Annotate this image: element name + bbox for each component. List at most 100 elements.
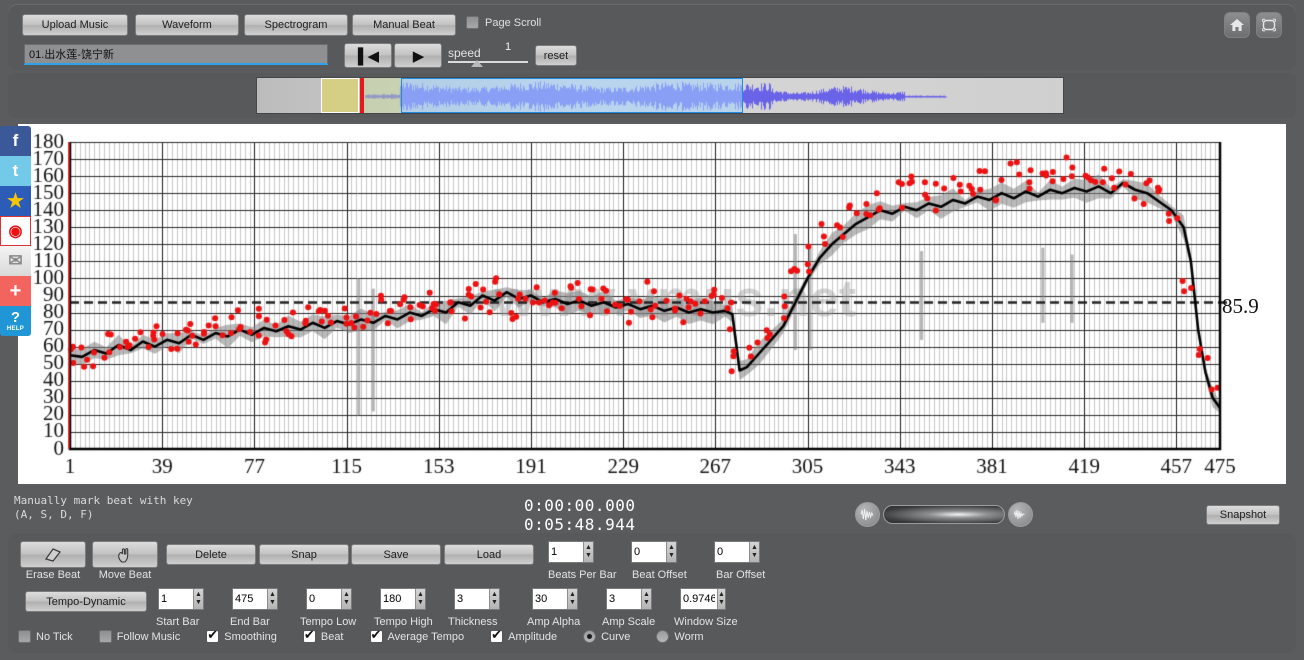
facebook-icon[interactable]: f xyxy=(0,126,31,156)
beat-offset-increment-icon[interactable]: ▲ xyxy=(668,544,675,552)
tempo-low-input[interactable] xyxy=(307,589,341,609)
curve-radio[interactable] xyxy=(583,630,596,643)
bar-offset-stepper-arrows[interactable]: ▲▼ xyxy=(749,542,759,562)
beat-offset-stepper-arrows[interactable]: ▲▼ xyxy=(666,542,676,562)
thickness-input[interactable] xyxy=(455,589,489,609)
thickness-stepper-arrows[interactable]: ▲▼ xyxy=(489,589,499,609)
help-icon[interactable]: ? HELP xyxy=(0,306,31,336)
beat-checkbox[interactable] xyxy=(303,630,316,643)
thickness-decrement-icon[interactable]: ▼ xyxy=(491,599,498,607)
waveform-button[interactable]: Waveform xyxy=(135,14,239,36)
option-worm[interactable]: Worm xyxy=(656,630,703,643)
beats-per-bar-stepper-arrows[interactable]: ▲▼ xyxy=(583,542,593,562)
tempo-high-increment-icon[interactable]: ▲ xyxy=(417,591,424,599)
start-bar-spinner[interactable]: ▲▼ xyxy=(158,588,204,610)
volume-high-icon[interactable] xyxy=(1008,502,1033,527)
option-follow-music[interactable]: Follow Music xyxy=(99,630,181,643)
snapshot-button[interactable]: Snapshot xyxy=(1206,505,1280,525)
option-average-tempo[interactable]: Average Tempo xyxy=(370,630,465,643)
beat-offset-decrement-icon[interactable]: ▼ xyxy=(668,552,675,560)
start-bar-stepper-arrows[interactable]: ▲▼ xyxy=(193,589,203,609)
save-button[interactable]: Save xyxy=(351,544,441,565)
tempo-low-stepper-arrows[interactable]: ▲▼ xyxy=(341,589,351,609)
bar-offset-increment-icon[interactable]: ▲ xyxy=(751,544,758,552)
speed-slider-knob[interactable] xyxy=(471,60,483,67)
tempo-low-decrement-icon[interactable]: ▼ xyxy=(343,599,350,607)
window-size-stepper-arrows[interactable]: ▲▼ xyxy=(717,589,725,609)
end-bar-spinner[interactable]: ▲▼ xyxy=(232,588,278,610)
play-button[interactable]: ▶ xyxy=(394,43,442,68)
option-amplitude[interactable]: Amplitude xyxy=(490,630,557,643)
tempo-low-increment-icon[interactable]: ▲ xyxy=(343,591,350,599)
worm-radio[interactable] xyxy=(656,630,669,643)
beats-per-bar-spinner[interactable]: ▲▼ xyxy=(548,541,594,563)
beats-per-bar-decrement-icon[interactable]: ▼ xyxy=(585,552,592,560)
beats-per-bar-input[interactable] xyxy=(549,542,583,562)
option-no-tick[interactable]: No Tick xyxy=(18,630,73,643)
qzone-star-icon[interactable]: ★ xyxy=(0,186,31,216)
spectrogram-button[interactable]: Spectrogram xyxy=(244,14,348,36)
option-beat[interactable]: Beat xyxy=(303,630,344,643)
amp-scale-stepper-arrows[interactable]: ▲▼ xyxy=(641,589,651,609)
smoothing-checkbox[interactable] xyxy=(206,630,219,643)
volume-low-icon[interactable] xyxy=(855,502,880,527)
home-icon[interactable] xyxy=(1224,12,1250,38)
tempo-dynamic-button[interactable]: Tempo-Dynamic xyxy=(25,591,147,612)
end-bar-decrement-icon[interactable]: ▼ xyxy=(269,599,276,607)
amp-alpha-input[interactable] xyxy=(533,589,567,609)
speed-reset-button[interactable]: reset xyxy=(535,45,577,66)
upload-music-button[interactable]: Upload Music xyxy=(22,14,128,36)
amp-scale-decrement-icon[interactable]: ▼ xyxy=(643,599,650,607)
tempo-high-stepper-arrows[interactable]: ▲▼ xyxy=(415,589,425,609)
window-size-input[interactable] xyxy=(681,589,717,609)
end-bar-input[interactable] xyxy=(233,589,267,609)
volume-control[interactable] xyxy=(855,502,1033,527)
window-size-increment-icon[interactable]: ▲ xyxy=(718,591,725,599)
waveform-overview-strip[interactable] xyxy=(256,77,1064,114)
snap-button[interactable]: Snap xyxy=(259,544,349,565)
share-more-icon[interactable]: + xyxy=(0,276,31,306)
start-bar-input[interactable] xyxy=(159,589,193,609)
fullscreen-icon[interactable] xyxy=(1256,12,1282,38)
load-button[interactable]: Load xyxy=(444,544,534,565)
window-size-spinner[interactable]: ▲▼ xyxy=(680,588,726,610)
amp-alpha-stepper-arrows[interactable]: ▲▼ xyxy=(567,589,577,609)
erase-beat-button[interactable] xyxy=(20,541,86,568)
end-bar-increment-icon[interactable]: ▲ xyxy=(269,591,276,599)
tempo-high-input[interactable] xyxy=(381,589,415,609)
waveform-playhead[interactable] xyxy=(360,78,364,113)
bar-offset-spinner[interactable]: ▲▼ xyxy=(714,541,760,563)
average-tempo-checkbox[interactable] xyxy=(370,630,383,643)
skip-to-start-button[interactable]: ▌◀ xyxy=(344,43,392,68)
weibo-icon[interactable]: ◉ xyxy=(0,216,31,246)
move-beat-button[interactable] xyxy=(92,541,158,568)
option-smoothing[interactable]: Smoothing xyxy=(206,630,277,643)
email-icon[interactable]: ✉ xyxy=(0,246,31,276)
tempo-high-spinner[interactable]: ▲▼ xyxy=(380,588,426,610)
waveform-selection-region[interactable] xyxy=(401,78,743,113)
page-scroll-checkbox[interactable] xyxy=(466,16,479,29)
amp-scale-increment-icon[interactable]: ▲ xyxy=(643,591,650,599)
window-size-decrement-icon[interactable]: ▼ xyxy=(718,599,725,607)
amp-alpha-increment-icon[interactable]: ▲ xyxy=(569,591,576,599)
amp-scale-spinner[interactable]: ▲▼ xyxy=(606,588,652,610)
volume-slider[interactable] xyxy=(883,505,1005,524)
beat-offset-spinner[interactable]: ▲▼ xyxy=(631,541,677,563)
bar-offset-input[interactable] xyxy=(715,542,749,562)
amplitude-checkbox[interactable] xyxy=(490,630,503,643)
amp-alpha-decrement-icon[interactable]: ▼ xyxy=(569,599,576,607)
bar-offset-decrement-icon[interactable]: ▼ xyxy=(751,552,758,560)
tempo-low-spinner[interactable]: ▲▼ xyxy=(306,588,352,610)
end-bar-stepper-arrows[interactable]: ▲▼ xyxy=(267,589,277,609)
start-bar-increment-icon[interactable]: ▲ xyxy=(195,591,202,599)
delete-button[interactable]: Delete xyxy=(166,544,256,565)
beat-offset-input[interactable] xyxy=(632,542,666,562)
thickness-increment-icon[interactable]: ▲ xyxy=(491,591,498,599)
follow-music-checkbox[interactable] xyxy=(99,630,112,643)
twitter-icon[interactable]: t xyxy=(0,156,31,186)
page-scroll-option[interactable]: Page Scroll xyxy=(466,16,541,29)
waveform-loop-region[interactable] xyxy=(321,78,359,113)
no-tick-checkbox[interactable] xyxy=(18,630,31,643)
tempo-chart-canvas[interactable] xyxy=(18,124,1286,484)
amp-scale-input[interactable] xyxy=(607,589,641,609)
